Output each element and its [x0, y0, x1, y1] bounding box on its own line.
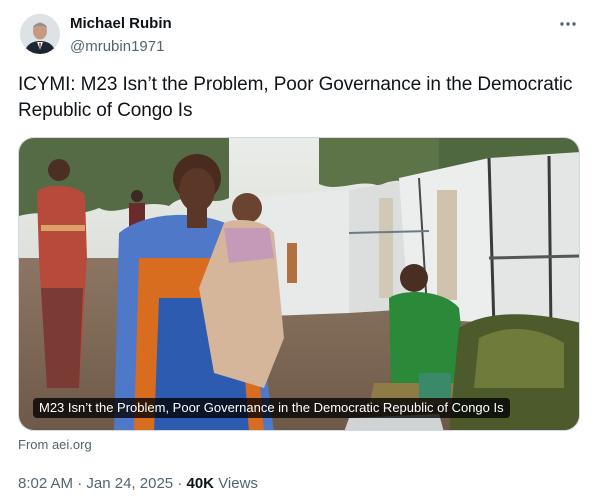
tweet-container: Michael Rubin @mrubin1971 ICYMI: M23 Isn…: [0, 0, 598, 500]
tweet-time[interactable]: 8:02 AM: [18, 475, 73, 492]
author-handle[interactable]: @mrubin1971: [70, 37, 172, 57]
card-source[interactable]: From aei.org: [18, 437, 92, 453]
views-count: 40K: [186, 475, 215, 492]
card-caption: M23 Isn’t the Problem, Poor Governance i…: [33, 398, 510, 418]
avatar[interactable]: [20, 14, 60, 54]
meta-separator-2: ·: [177, 475, 183, 492]
author-block: Michael Rubin @mrubin1971: [70, 14, 172, 57]
views-label: Views: [218, 475, 258, 492]
tweet-text: ICYMI: M23 Isn’t the Problem, Poor Gover…: [18, 74, 573, 121]
avatar-photo: [20, 14, 60, 54]
tweet-meta: 8:02 AM · Jan 24, 2025 · 40K Views: [18, 474, 258, 494]
more-button[interactable]: [556, 12, 580, 36]
author-display-name[interactable]: Michael Rubin: [70, 14, 172, 34]
meta-separator: ·: [77, 475, 83, 492]
more-icon: [560, 22, 576, 26]
link-card[interactable]: M23 Isn’t the Problem, Poor Governance i…: [18, 137, 580, 431]
tweet-date[interactable]: Jan 24, 2025: [86, 475, 173, 492]
card-image: [19, 138, 579, 430]
